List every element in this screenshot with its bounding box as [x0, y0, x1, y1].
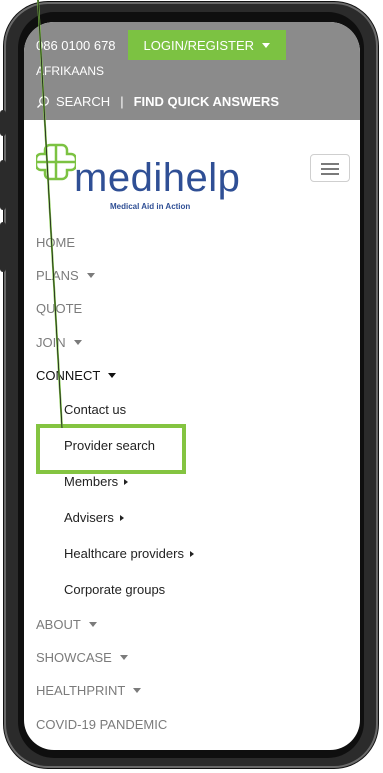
phone-volume-down: [0, 222, 6, 272]
submenu-item-label: Healthcare providers: [64, 546, 184, 562]
phone-silent-switch: [0, 110, 6, 136]
submenu-item-contact-us[interactable]: Contact us: [64, 392, 346, 428]
chevron-right-icon: [189, 550, 194, 557]
submenu-item-label: Advisers: [64, 510, 114, 526]
submenu-item-corporate-groups[interactable]: Corporate groups: [64, 572, 346, 608]
nav-item-covid-19[interactable]: COVID-19 PANDEMIC: [36, 708, 346, 741]
chevron-down-icon: [108, 372, 117, 378]
nav-item-connect[interactable]: CONNECT: [36, 359, 346, 392]
nav-item-quote[interactable]: QUOTE: [36, 292, 346, 325]
phone-number-link[interactable]: 086 0100 678: [36, 38, 116, 53]
contact-row: 086 0100 678 LOGIN/REGISTER: [36, 30, 287, 60]
medihelp-logo-mark-icon: [36, 143, 76, 181]
nav-item-about[interactable]: ABOUT: [36, 608, 346, 641]
logo-wordmark: medihelp: [74, 156, 241, 200]
phone-screen: 086 0100 678 LOGIN/REGISTER AFRIKAANS SE…: [24, 22, 360, 750]
nav-item-join[interactable]: JOIN: [36, 326, 346, 359]
nav-item-label: COVID-19 PANDEMIC: [36, 716, 168, 732]
quick-answers-link[interactable]: FIND QUICK ANSWERS: [134, 94, 279, 109]
nav-item-plans[interactable]: PLANS: [36, 259, 346, 292]
nav-item-label: ABOUT: [36, 617, 81, 633]
menu-toggle-button[interactable]: [310, 154, 350, 182]
logo-tagline: Medical Aid in Action: [110, 202, 191, 211]
submenu-item-advisers[interactable]: Advisers: [64, 500, 346, 536]
submenu-item-label: Members: [64, 474, 119, 490]
chevron-down-icon: [262, 42, 271, 48]
language-link[interactable]: AFRIKAANS: [36, 64, 104, 78]
submenu-item-label: Contact us: [64, 402, 127, 418]
nav-item-label: CONNECT: [36, 367, 101, 383]
nav-item-label: SHOWCASE: [36, 650, 112, 666]
nav-item-label: PLANS: [36, 268, 79, 284]
provider-search-highlight-box: [36, 424, 186, 474]
nav-item-label: HEALTHPRINT: [36, 683, 126, 699]
nav-item-label: JOIN: [36, 334, 66, 350]
nav-item-showcase[interactable]: SHOWCASE: [36, 641, 346, 674]
hamburger-bar-icon: [321, 163, 339, 165]
chevron-right-icon: [119, 514, 124, 521]
nav-item-label: QUOTE: [36, 301, 83, 317]
search-link[interactable]: SEARCH: [56, 94, 110, 109]
submenu-item-label: Corporate groups: [64, 582, 166, 598]
chevron-right-icon: [124, 478, 129, 485]
chevron-down-icon: [119, 655, 128, 661]
main-nav: HOME PLANS QUOTE JOIN CONNECT Contact us…: [36, 226, 346, 741]
chevron-down-icon: [73, 339, 82, 345]
search-bar: SEARCH | FIND QUICK ANSWERS: [36, 94, 279, 109]
search-divider: |: [120, 94, 124, 109]
chevron-down-icon: [86, 273, 95, 279]
login-register-label: LOGIN/REGISTER: [143, 37, 255, 53]
chevron-down-icon: [88, 622, 97, 628]
phone-volume-up: [0, 160, 6, 210]
nav-item-label: HOME: [36, 235, 75, 251]
nav-item-healthprint[interactable]: HEALTHPRINT: [36, 674, 346, 707]
search-icon[interactable]: [36, 95, 50, 109]
nav-item-home[interactable]: HOME: [36, 226, 346, 259]
submenu-item-healthcare-providers[interactable]: Healthcare providers: [64, 536, 346, 572]
chevron-down-icon: [133, 688, 142, 694]
medihelp-logo[interactable]: medihelp Medical Aid in Action: [36, 142, 246, 212]
login-register-button[interactable]: LOGIN/REGISTER: [127, 30, 287, 60]
hamburger-bar-icon: [321, 168, 339, 170]
hamburger-bar-icon: [321, 173, 339, 175]
top-utility-bar: 086 0100 678 LOGIN/REGISTER AFRIKAANS SE…: [24, 22, 360, 120]
